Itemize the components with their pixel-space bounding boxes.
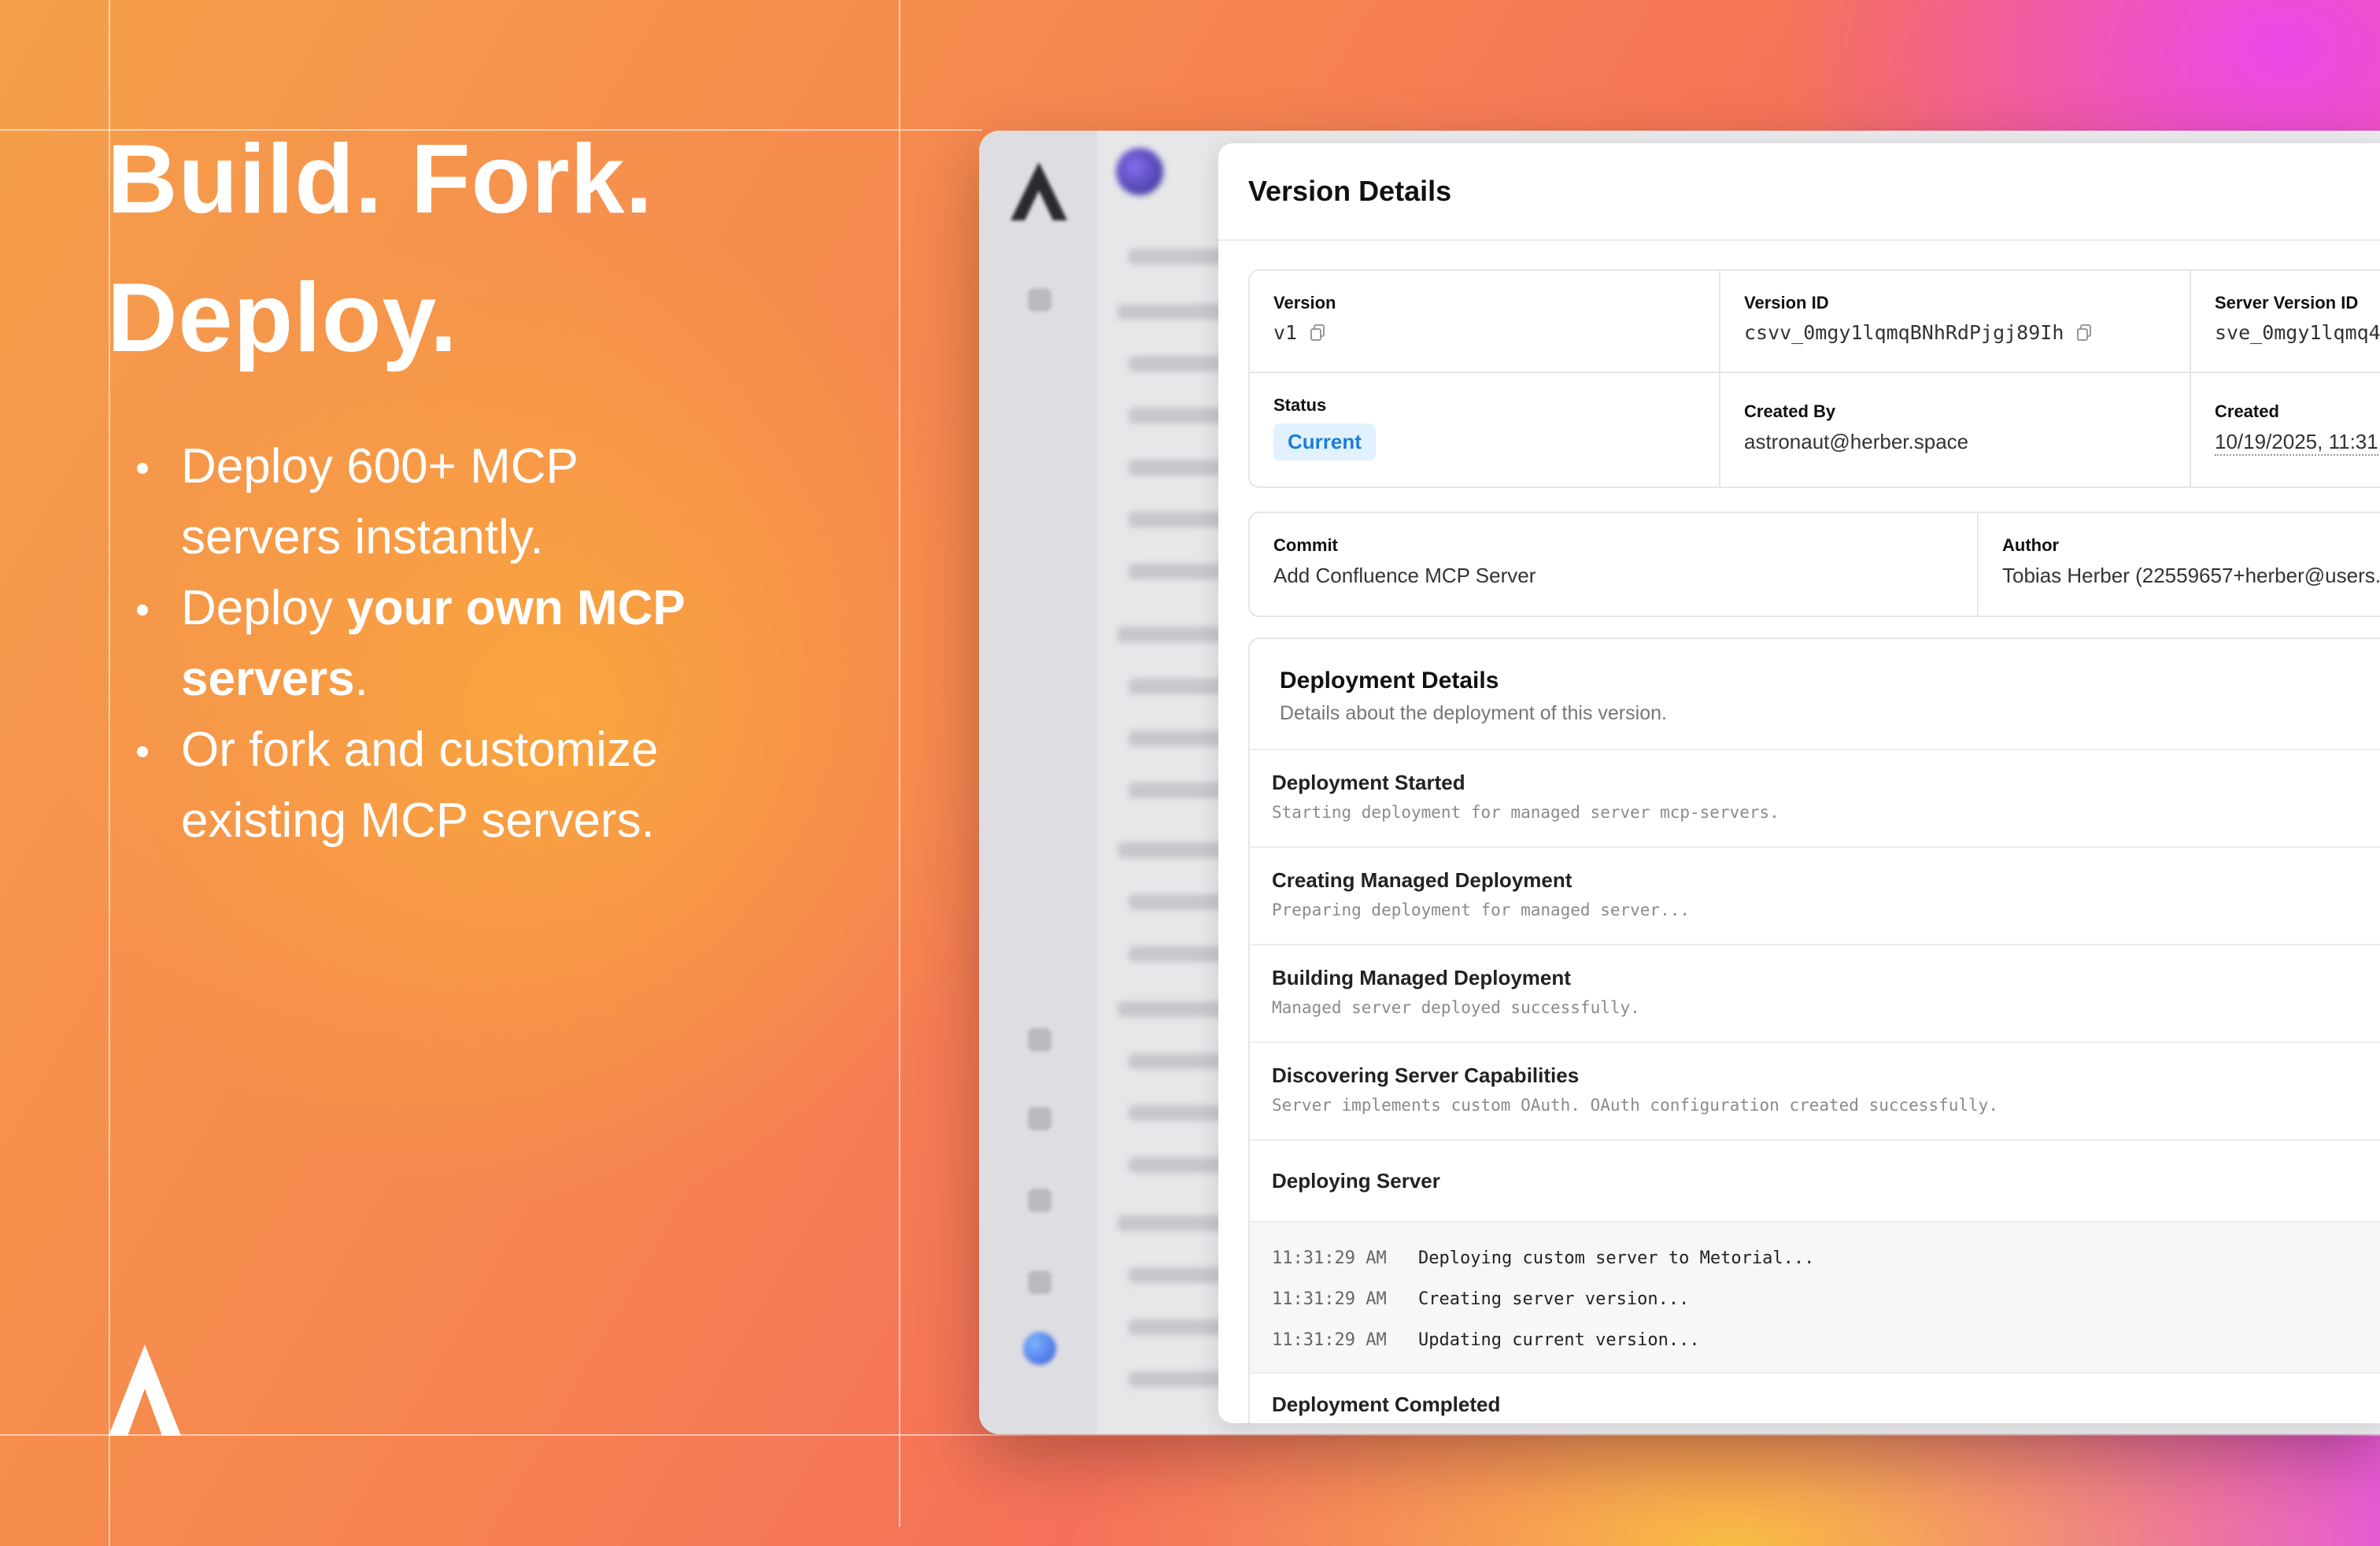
- created-by-value: astronaut@herber.space: [1744, 430, 1969, 453]
- nav-icon[interactable]: [1028, 1189, 1051, 1212]
- created-by-cell: Created By astronaut@herber.space: [1720, 373, 2191, 486]
- nav-icon[interactable]: [1028, 288, 1051, 312]
- commit-value: Add Confluence MCP Server: [1273, 564, 1536, 587]
- author-value: Tobias Herber (22559657+herber@users.: [2002, 564, 2380, 587]
- deployment-step[interactable]: Deploying Server: [1250, 1141, 2380, 1222]
- metorial-logo-icon[interactable]: [1011, 162, 1067, 220]
- status-badge: Current: [1273, 423, 1376, 460]
- server-version-id-cell: Server Version ID sve_0mgy1lqmq4: [2191, 271, 2380, 373]
- version-id-value: csvv_0mgy1lqmqBNhRdPjgj89Ih: [1744, 321, 2064, 344]
- deployment-step[interactable]: Deployment Started Starting deployment f…: [1250, 750, 2380, 848]
- headline-line-2: Deploy.: [107, 264, 458, 372]
- deployment-subtitle: Details about the deployment of this ver…: [1280, 702, 1667, 724]
- workspace-avatar[interactable]: [1116, 148, 1163, 195]
- deployment-step[interactable]: Creating Managed Deployment Preparing de…: [1250, 848, 2380, 945]
- deployment-logs: 11:31:29 AM Deploying custom server to Me…: [1250, 1222, 2380, 1374]
- server-version-id-value: sve_0mgy1lqmq4: [2215, 321, 2380, 344]
- version-info-card: Version v1 Version ID csvv_0mgy1lqmqBNhR…: [1248, 269, 2380, 488]
- metorial-logo-icon: [109, 1344, 181, 1436]
- deployment-title: Deployment Details: [1280, 668, 1499, 693]
- author-cell: Author Tobias Herber (22559657+herber@us…: [1979, 513, 2380, 616]
- nav-icon[interactable]: [1028, 1270, 1051, 1294]
- deployment-step[interactable]: Building Managed Deployment Managed serv…: [1250, 945, 2380, 1043]
- version-id-cell: Version ID csvv_0mgy1lqmqBNhRdPjgj89Ih: [1720, 271, 2191, 373]
- guide-line-horizontal: [0, 1434, 2380, 1436]
- commit-card: Commit Add Confluence MCP Server Author …: [1248, 512, 2380, 617]
- feature-item: Or fork and customize existing MCP serve…: [137, 715, 751, 856]
- created-cell: Created 10/19/2025, 11:31: [2191, 373, 2380, 486]
- headline-line-1: Build. Fork.: [107, 125, 653, 234]
- deployment-step[interactable]: Deployment Completed: [1250, 1374, 2380, 1423]
- deployment-step[interactable]: Discovering Server Capabilities Server i…: [1250, 1043, 2380, 1141]
- nav-rail: [979, 131, 1097, 1434]
- user-avatar[interactable]: [1023, 1332, 1056, 1365]
- copy-icon[interactable]: [2076, 324, 2092, 342]
- panel-title: Version Details: [1218, 143, 2380, 241]
- status-cell: Status Current: [1250, 373, 1720, 486]
- feature-list: Deploy 600+ MCP servers instantly. Deplo…: [137, 431, 751, 856]
- guide-line-vertical: [899, 0, 900, 1527]
- version-cell: Version v1: [1250, 271, 1720, 373]
- commit-cell: Commit Add Confluence MCP Server: [1250, 513, 1979, 616]
- nav-icon[interactable]: [1028, 1028, 1051, 1052]
- nav-icon[interactable]: [1028, 1107, 1051, 1130]
- feature-item: Deploy your own MCP servers.: [137, 573, 751, 715]
- deployment-details-card: Deployment Details Details about the dep…: [1248, 638, 2380, 1423]
- version-details-panel: Version Details Version v1 Version ID cs…: [1218, 143, 2380, 1423]
- log-line: 11:31:29 AM Deploying custom server to Me…: [1272, 1248, 1815, 1268]
- copy-icon[interactable]: [1310, 324, 1325, 342]
- feature-item: Deploy 600+ MCP servers instantly.: [137, 431, 751, 573]
- created-value[interactable]: 10/19/2025, 11:31: [2215, 430, 2378, 456]
- log-line: 11:31:29 AM Updating current version...: [1272, 1330, 1700, 1350]
- hero-headline: Build. Fork. Deploy.: [107, 110, 653, 387]
- version-value: v1: [1273, 321, 1298, 344]
- log-line: 11:31:29 AM Creating server version...: [1272, 1289, 1690, 1309]
